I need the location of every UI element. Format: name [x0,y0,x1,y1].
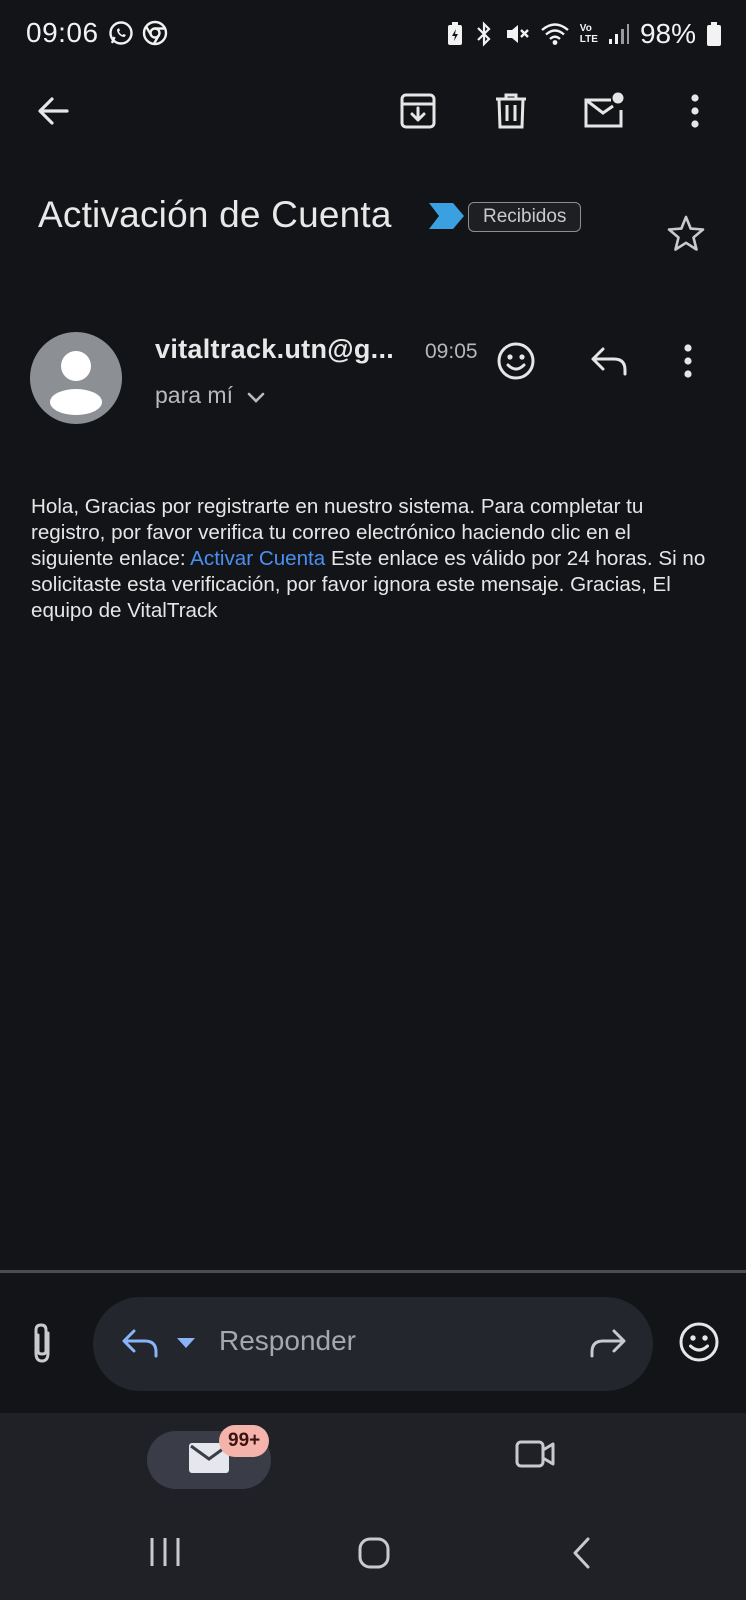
unread-count-badge: 99+ [219,1425,270,1457]
emoji-icon[interactable] [678,1321,720,1368]
email-subject: Activación de Cuenta [38,194,392,235]
status-bar: 09:06 Vo LTE 98% [0,0,746,66]
status-left-icons [108,20,168,46]
email-time: 09:05 [425,340,478,363]
more-vertical-icon [683,343,693,383]
subject-row: Activación de Cuenta Recibidos [38,190,716,251]
status-time: 09:06 [26,17,99,48]
wifi-icon [540,21,570,47]
archive-button[interactable] [395,90,441,136]
battery-saver-icon [446,21,464,47]
caret-down-icon[interactable] [177,1337,195,1355]
sender-name[interactable]: vitaltrack.utn@g... [155,334,394,365]
importance-marker-icon[interactable] [429,202,465,235]
recipient-label: para mí [155,382,233,408]
bottom-navigation: 99+ [0,1413,746,1508]
chevron-down-icon [247,382,265,409]
reply-placeholder: Responder [219,1325,356,1356]
reply-bar: Responder [0,1273,746,1413]
message-more-button[interactable] [665,340,711,386]
status-right-icons: Vo LTE 98% [446,18,722,50]
inbox-label-chip[interactable]: Recibidos [468,202,582,232]
attachment-icon[interactable] [26,1321,58,1370]
reply-icon[interactable] [121,1327,159,1364]
system-navigation-bar [0,1508,746,1600]
more-vertical-icon [690,93,700,133]
delete-button[interactable] [488,90,534,136]
home-icon[interactable] [357,1536,391,1575]
email-body: Hola, Gracias por registrarte en nuestro… [31,494,716,624]
star-icon[interactable] [666,214,706,257]
signal-icon [608,21,630,47]
back-button[interactable] [30,90,76,136]
message-toolbar [0,78,746,148]
reply-icon [590,345,628,382]
avatar[interactable] [30,332,122,424]
email-screen: 09:06 Vo LTE 98% Activación de Cuenta Re… [0,0,746,1600]
mute-icon [504,21,530,47]
activate-account-link[interactable]: Activar Cuenta [190,547,325,570]
reply-input[interactable]: Responder [93,1297,653,1391]
recent-apps-icon[interactable] [148,1536,182,1573]
volte-top-label: Vo [579,23,592,34]
battery-percent: 98% [639,18,696,49]
delete-icon [494,92,528,135]
whatsapp-icon [108,20,134,46]
add-reaction-button[interactable] [493,340,539,386]
arrow-back-icon [36,94,70,133]
video-camera-icon[interactable] [514,1437,556,1476]
back-nav-icon[interactable] [570,1536,594,1575]
forward-icon[interactable] [589,1327,627,1364]
mark-unread-button[interactable] [581,90,627,136]
archive-icon [399,92,437,135]
sender-row: vitaltrack.utn@g... 09:05 para mí [30,330,716,430]
chrome-icon [142,20,168,46]
volte-bottom-label: LTE [579,34,598,45]
bluetooth-icon [474,21,494,47]
emoji-icon [496,341,536,386]
volte-icon: Vo LTE [580,23,598,45]
battery-icon [706,21,722,47]
more-options-button[interactable] [672,90,718,136]
mark-unread-icon [583,92,625,135]
recipient-details-toggle[interactable]: para mí [155,382,265,409]
person-icon [50,351,102,415]
reply-button[interactable] [586,340,632,386]
